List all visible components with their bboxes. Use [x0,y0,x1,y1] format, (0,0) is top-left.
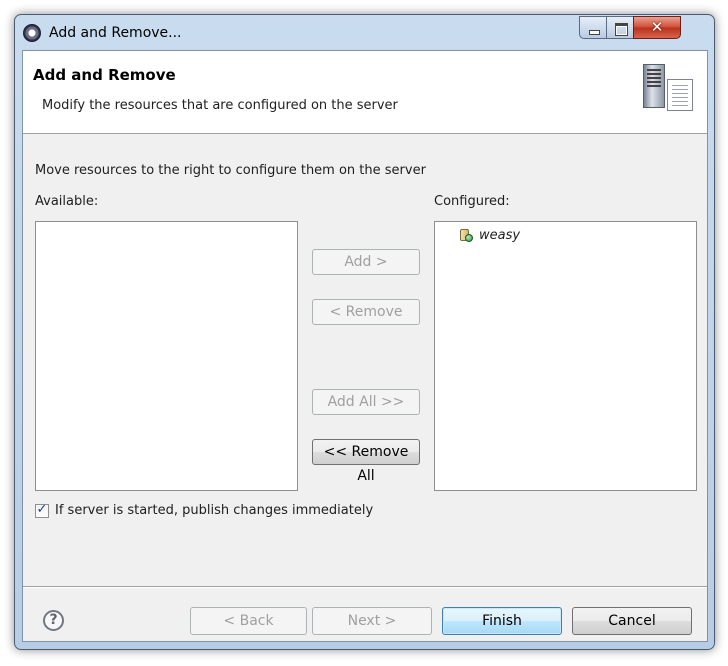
finish-button[interactable]: Finish [442,607,562,635]
close-icon: ✕ [650,18,664,36]
web-project-icon [459,227,473,243]
footer-separator [23,586,707,588]
checkmark-icon: ✓ [36,501,48,517]
publish-checkbox[interactable]: ✓ [35,501,49,518]
publish-checkbox-label: If server is started, publish changes im… [55,503,374,518]
maximize-button[interactable] [606,16,634,39]
wizard-banner: Add and Remove Modify the resources that… [23,51,707,134]
publish-option[interactable]: ✓ If server is started, publish changes … [35,501,374,518]
list-item-label: weasy [479,227,521,243]
configured-list[interactable]: weasy [434,221,697,491]
add-button[interactable]: Add > [312,249,420,275]
add-all-button[interactable]: Add All >> [312,389,420,415]
title-bar[interactable]: Add and Remove... ✕ [15,15,714,51]
list-item-weasy[interactable]: weasy [459,225,520,245]
remove-button[interactable]: < Remove [312,299,420,325]
available-list[interactable] [35,221,298,491]
page-description: Modify the resources that are configured… [42,98,398,113]
remove-all-button[interactable]: << Remove All [312,439,420,484]
add-remove-dialog: Add and Remove... ✕ Add and Remove Modif… [14,14,715,650]
configured-label: Configured: [434,194,510,209]
window-title: Add and Remove... [49,25,182,41]
eclipse-icon [23,24,41,42]
cancel-button[interactable]: Cancel [572,607,692,635]
server-icon [641,62,697,118]
instructions-text: Move resources to the right to configure… [35,163,426,178]
page-title: Add and Remove [33,66,176,84]
available-label: Available: [35,194,99,209]
close-button[interactable]: ✕ [633,16,681,39]
help-icon[interactable]: ? [43,610,64,631]
back-button[interactable]: < Back [190,607,307,635]
next-button[interactable]: Next > [312,607,432,635]
minimize-button[interactable] [579,16,607,39]
dialog-body: Add and Remove Modify the resources that… [22,50,708,642]
